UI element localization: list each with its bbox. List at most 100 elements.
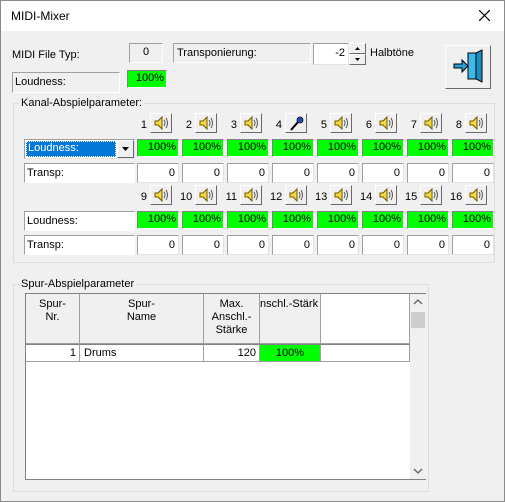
channel-number: 6 (365, 119, 372, 131)
channel-transp-input[interactable]: 0 (362, 235, 404, 255)
track-row-nr[interactable]: 1 (26, 344, 80, 362)
speaker-icon (199, 116, 213, 130)
channel-mute-button[interactable] (150, 113, 172, 133)
close-button[interactable] (466, 1, 504, 31)
track-row-empty (321, 344, 410, 362)
channel-number: 5 (320, 119, 327, 131)
scroll-down-button[interactable] (410, 463, 426, 479)
channel-loudness-value[interactable]: 100% (182, 139, 224, 157)
arrow-up-icon (355, 47, 360, 50)
col-header-name[interactable]: Spur- Name (80, 294, 204, 344)
channel-number: 11 (225, 191, 237, 203)
channel-transp-input[interactable]: 0 (182, 235, 224, 255)
channel-mic-button[interactable] (285, 113, 307, 133)
channel-mute-button[interactable] (240, 185, 262, 205)
file-type-label: MIDI File Typ: (12, 49, 80, 61)
exit-door-icon (453, 49, 483, 83)
track-row-strength[interactable]: 100% (260, 344, 321, 362)
channel-loudness-value[interactable]: 100% (317, 211, 359, 229)
channel-loudness-value[interactable]: 100% (272, 211, 314, 229)
speaker-icon (199, 188, 213, 202)
global-loudness-label: Loudness: (12, 72, 120, 93)
channel-loudness-value[interactable]: 100% (137, 211, 179, 229)
channel-loudness-value[interactable]: 100% (407, 139, 449, 157)
track-group-title: Spur-Abspielparameter (19, 278, 137, 290)
channel-mute-button[interactable] (240, 113, 262, 133)
channel-mute-button[interactable] (150, 185, 172, 205)
speaker-icon (334, 116, 348, 130)
title-bar: MIDI-Mixer (1, 1, 504, 31)
channel-number: 9 (140, 191, 147, 203)
halftones-label: Halbtöne (370, 47, 415, 59)
channel-mute-button[interactable] (330, 185, 352, 205)
transpose-value-input[interactable]: -2 (313, 43, 349, 65)
col-header-empty (321, 294, 410, 344)
channel-number: 14 (360, 191, 373, 203)
channel-loudness-value[interactable]: 100% (272, 139, 314, 157)
channel-loudness-value[interactable]: 100% (227, 139, 269, 157)
channel-mute-button[interactable] (195, 185, 217, 205)
channel-loudness-value[interactable]: 100% (452, 139, 494, 157)
mode-select[interactable]: Loudness: (24, 139, 135, 159)
speaker-icon (469, 116, 483, 130)
channel-number: 3 (230, 119, 237, 131)
channel-transp-input[interactable]: 0 (182, 163, 224, 183)
channel-transp-input[interactable]: 0 (272, 163, 314, 183)
channel-number: 2 (185, 119, 192, 131)
channel-number: 10 (180, 191, 193, 203)
track-table-scrollbar[interactable] (410, 294, 426, 479)
channel-loudness-value[interactable]: 100% (227, 211, 269, 229)
channel-loudness-value[interactable]: 100% (182, 211, 224, 229)
channel-mute-button[interactable] (465, 113, 487, 133)
transpose-down-button[interactable] (349, 54, 366, 65)
col-header-nr[interactable]: Spur- Nr. (26, 294, 80, 344)
channel-transp-input[interactable]: 0 (137, 235, 179, 255)
channel-number: 8 (455, 119, 462, 131)
channel-transp-input[interactable]: 0 (407, 235, 449, 255)
channel-transp-input[interactable]: 0 (137, 163, 179, 183)
col-header-strength[interactable]: nschl.-Stärk (260, 294, 321, 344)
channel-mute-button[interactable] (285, 185, 307, 205)
window-title: MIDI-Mixer (11, 9, 70, 23)
channel-transp-input[interactable]: 0 (452, 163, 494, 183)
speaker-icon (379, 188, 393, 202)
track-row-max[interactable]: 120 (204, 344, 260, 362)
global-loudness-value[interactable]: 100% (127, 70, 167, 88)
speaker-icon (379, 116, 393, 130)
scroll-up-button[interactable] (410, 294, 426, 310)
speaker-icon (334, 188, 348, 202)
scroll-thumb[interactable] (411, 312, 425, 328)
channel-transp-input[interactable]: 0 (317, 235, 359, 255)
channel-transp-input[interactable]: 0 (407, 163, 449, 183)
channel-transp-input[interactable]: 0 (452, 235, 494, 255)
channel-mute-button[interactable] (465, 185, 487, 205)
file-type-value: 0 (129, 43, 163, 63)
channel-loudness-value[interactable]: 100% (362, 139, 404, 157)
mode-select-dropdown[interactable] (117, 140, 134, 158)
midi-mixer-window: MIDI-Mixer MIDI File Typ: 0 Transponieru… (0, 0, 505, 502)
channel-mute-button[interactable] (420, 185, 442, 205)
col-header-max[interactable]: Max. Anschl.- Stärke (204, 294, 260, 344)
channel-mute-button[interactable] (375, 113, 397, 133)
channel-transp-input[interactable]: 0 (272, 235, 314, 255)
channel-loudness-value[interactable]: 100% (137, 139, 179, 157)
speaker-icon (469, 188, 483, 202)
channel-loudness-value[interactable]: 100% (317, 139, 359, 157)
channel-transp-input[interactable]: 0 (227, 163, 269, 183)
channel-loudness-value[interactable]: 100% (407, 211, 449, 229)
transpose-up-button[interactable] (349, 43, 366, 54)
speaker-icon (154, 188, 168, 202)
channel-mute-button[interactable] (330, 113, 352, 133)
channel-loudness-value[interactable]: 100% (362, 211, 404, 229)
channel-number: 16 (450, 191, 463, 203)
chevron-down-icon (122, 147, 129, 151)
channel-loudness-value[interactable]: 100% (452, 211, 494, 229)
channel-mute-button[interactable] (420, 113, 442, 133)
exit-button[interactable] (445, 45, 491, 89)
channel-mute-button[interactable] (195, 113, 217, 133)
track-row-name[interactable]: Drums (80, 344, 204, 362)
channel-transp-input[interactable]: 0 (227, 235, 269, 255)
channel-transp-input[interactable]: 0 (362, 163, 404, 183)
channel-mute-button[interactable] (375, 185, 397, 205)
channel-transp-input[interactable]: 0 (317, 163, 359, 183)
